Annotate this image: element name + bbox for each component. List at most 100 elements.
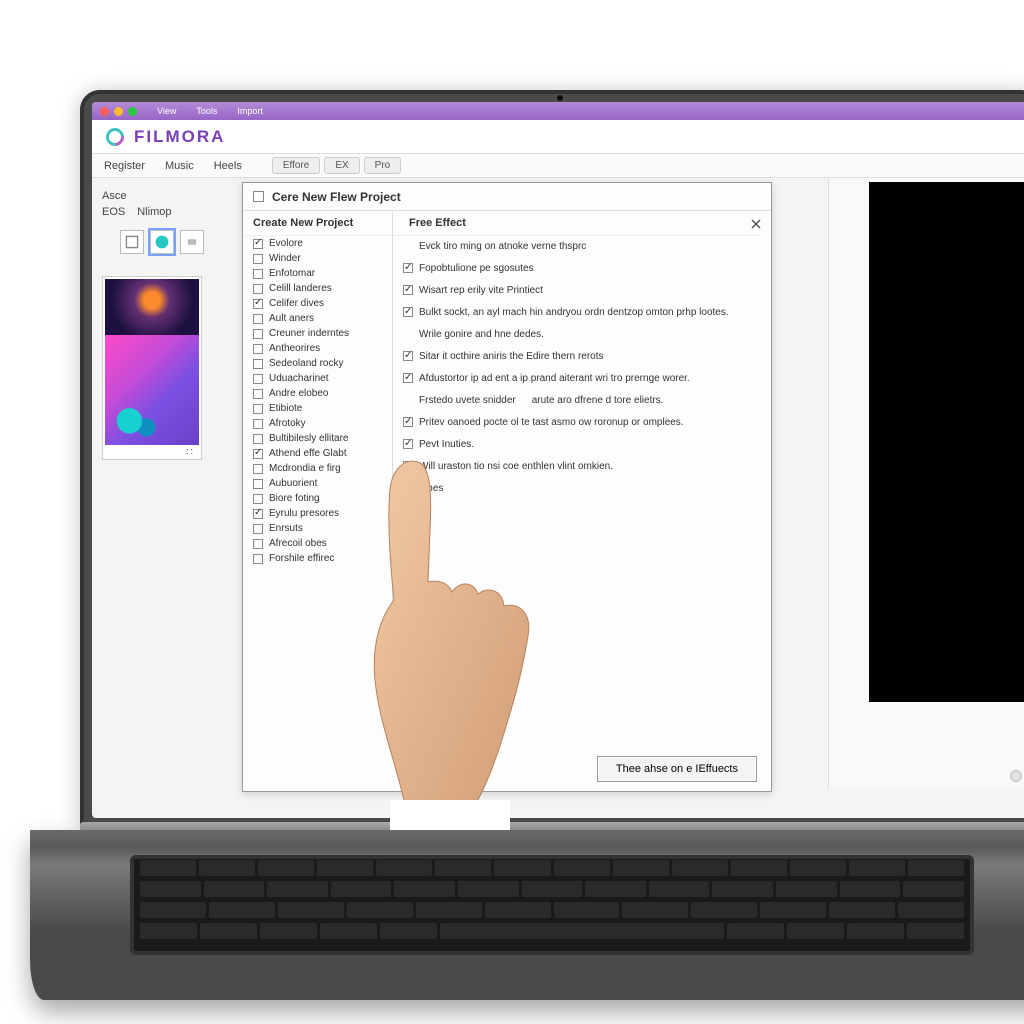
sidebar-link-eos[interactable]: EOS (102, 204, 125, 220)
checkbox-icon[interactable] (253, 389, 263, 399)
checkbox-icon[interactable] (403, 263, 413, 273)
close-window-icon[interactable] (100, 107, 109, 116)
window-titlebar: View Tools Import (92, 102, 1024, 120)
layout-thumb-3[interactable] (180, 230, 204, 254)
right-option-6[interactable]: Afdustortor ip ad ent a ip prand aiteran… (393, 368, 759, 390)
record-indicator-icon[interactable] (1010, 770, 1022, 782)
tab-ex[interactable]: EX (324, 157, 359, 174)
checkbox-icon[interactable] (253, 239, 263, 249)
checkbox-icon[interactable] (253, 494, 263, 504)
checkbox-icon[interactable] (253, 329, 263, 339)
menu-view[interactable]: View (157, 106, 176, 116)
left-option-9[interactable]: Uduacharinet (243, 371, 392, 386)
checkbox-icon[interactable] (253, 254, 263, 264)
left-option-11[interactable]: Etibiote (243, 401, 392, 416)
left-option-label: Biore foting (269, 493, 320, 504)
left-option-label: Uduacharinet (269, 373, 328, 384)
right-option-label: Pritev oanoed pocte ol te tast asmo ow r… (419, 416, 684, 430)
left-option-5[interactable]: Ault aners (243, 311, 392, 326)
left-option-6[interactable]: Creuner inderntes (243, 326, 392, 341)
left-option-1[interactable]: Winder (243, 251, 392, 266)
checkbox-icon[interactable] (403, 417, 413, 427)
checkbox-icon[interactable] (403, 373, 413, 383)
checkbox-icon[interactable] (253, 449, 263, 459)
checkbox-icon[interactable] (253, 359, 263, 369)
left-option-3[interactable]: Celill landeres (243, 281, 392, 296)
checkbox-icon[interactable] (403, 285, 413, 295)
left-option-10[interactable]: Andre elobeo (243, 386, 392, 401)
left-option-2[interactable]: Enfotomar (243, 266, 392, 281)
menu-tools[interactable]: Tools (196, 106, 217, 116)
checkbox-icon[interactable] (403, 351, 413, 361)
tab-heels[interactable]: Heels (214, 158, 242, 174)
checkbox-icon[interactable] (253, 269, 263, 279)
left-option-label: Antheorires (269, 343, 320, 354)
left-column-header: Create New Project (243, 211, 392, 236)
sidebar: Asce EOS Nlimop (92, 178, 232, 818)
checkbox-icon[interactable] (253, 434, 263, 444)
app-name: FILMORA (134, 127, 225, 147)
video-viewport[interactable] (869, 182, 1024, 702)
checkbox-icon[interactable] (403, 307, 413, 317)
checkbox-icon[interactable] (253, 314, 263, 324)
layout-thumbs (102, 230, 222, 254)
right-option-3[interactable]: Bulkt sockt, an ayl mach hin andryou ord… (393, 302, 759, 324)
left-option-4[interactable]: Celifer dives (243, 296, 392, 311)
app-logo-icon (102, 124, 127, 149)
left-option-7[interactable]: Antheorires (243, 341, 392, 356)
tab-effore[interactable]: Effore (272, 157, 321, 174)
right-option-label: Wrile gonire and hne dedes. (419, 328, 544, 342)
right-option-label: Bulkt sockt, an ayl mach hin andryou ord… (419, 306, 729, 320)
checkbox-icon[interactable] (253, 509, 263, 519)
confirm-button[interactable]: Thee ahse on e IEffuects (597, 756, 757, 782)
checkbox-icon[interactable] (253, 404, 263, 414)
minimize-window-icon[interactable] (114, 107, 123, 116)
sidebar-link-nlimop[interactable]: Nlimop (137, 204, 171, 220)
left-option-8[interactable]: Sedeoland rocky (243, 356, 392, 371)
zoom-window-icon[interactable] (128, 107, 137, 116)
tab-music[interactable]: Music (165, 158, 194, 174)
left-option-label: Celill landeres (269, 283, 332, 294)
layout-thumb-2[interactable] (150, 230, 174, 254)
right-option-label: Frstedo uvete snidder (419, 394, 516, 408)
media-preview[interactable]: :: (102, 276, 202, 460)
checkbox-icon[interactable] (253, 419, 263, 429)
sidebar-link-asce[interactable]: Asce (102, 188, 222, 204)
preview-dots-icon[interactable]: :: (105, 445, 199, 457)
right-option-label: Sitar it octhire aniris the Edire thern … (419, 350, 604, 364)
left-option-label: Celifer dives (269, 298, 324, 309)
right-column-header: Free Effect (393, 211, 759, 236)
checkbox-icon[interactable] (253, 374, 263, 384)
video-panel (828, 178, 1024, 788)
right-option-5[interactable]: Sitar it octhire aniris the Edire thern … (393, 346, 759, 368)
pointing-hand (320, 430, 580, 830)
left-option-label: Sedeoland rocky (269, 358, 344, 369)
camera-dot (557, 95, 563, 101)
right-option-2[interactable]: Wisart rep erily vite Printiect (393, 280, 759, 302)
checkbox-icon[interactable] (253, 524, 263, 534)
left-option-label: Afrecoil obes (269, 538, 327, 549)
right-option-0: Evck tiro ming on atnoke verne thsprc (393, 236, 759, 258)
menu-import[interactable]: Import (237, 106, 263, 116)
checkbox-icon[interactable] (253, 299, 263, 309)
checkbox-icon[interactable] (253, 554, 263, 564)
tab-register[interactable]: Register (104, 158, 145, 174)
right-option-label: Afdustortor ip ad ent a ip prand aiteran… (419, 372, 690, 386)
close-icon[interactable] (749, 217, 763, 231)
checkbox-icon[interactable] (253, 344, 263, 354)
brand-row: FILMORA (92, 120, 1024, 154)
checkbox-icon[interactable] (253, 464, 263, 474)
checkbox-icon[interactable] (253, 284, 263, 294)
checkbox-icon[interactable] (253, 539, 263, 549)
right-option-1[interactable]: Fopobtulione pe sgosutes (393, 258, 759, 280)
left-option-label: Aubuorient (269, 478, 317, 489)
left-option-label: Creuner inderntes (269, 328, 349, 339)
left-option-label: Enfotomar (269, 268, 315, 279)
window-controls (100, 107, 137, 116)
layout-thumb-1[interactable] (120, 230, 144, 254)
tab-pro[interactable]: Pro (364, 157, 402, 174)
checkbox-icon[interactable] (253, 479, 263, 489)
left-option-0[interactable]: Evolore (243, 236, 392, 251)
right-option-4: Wrile gonire and hne dedes. (393, 324, 759, 346)
left-option-12[interactable]: Afrotoky (243, 416, 392, 431)
